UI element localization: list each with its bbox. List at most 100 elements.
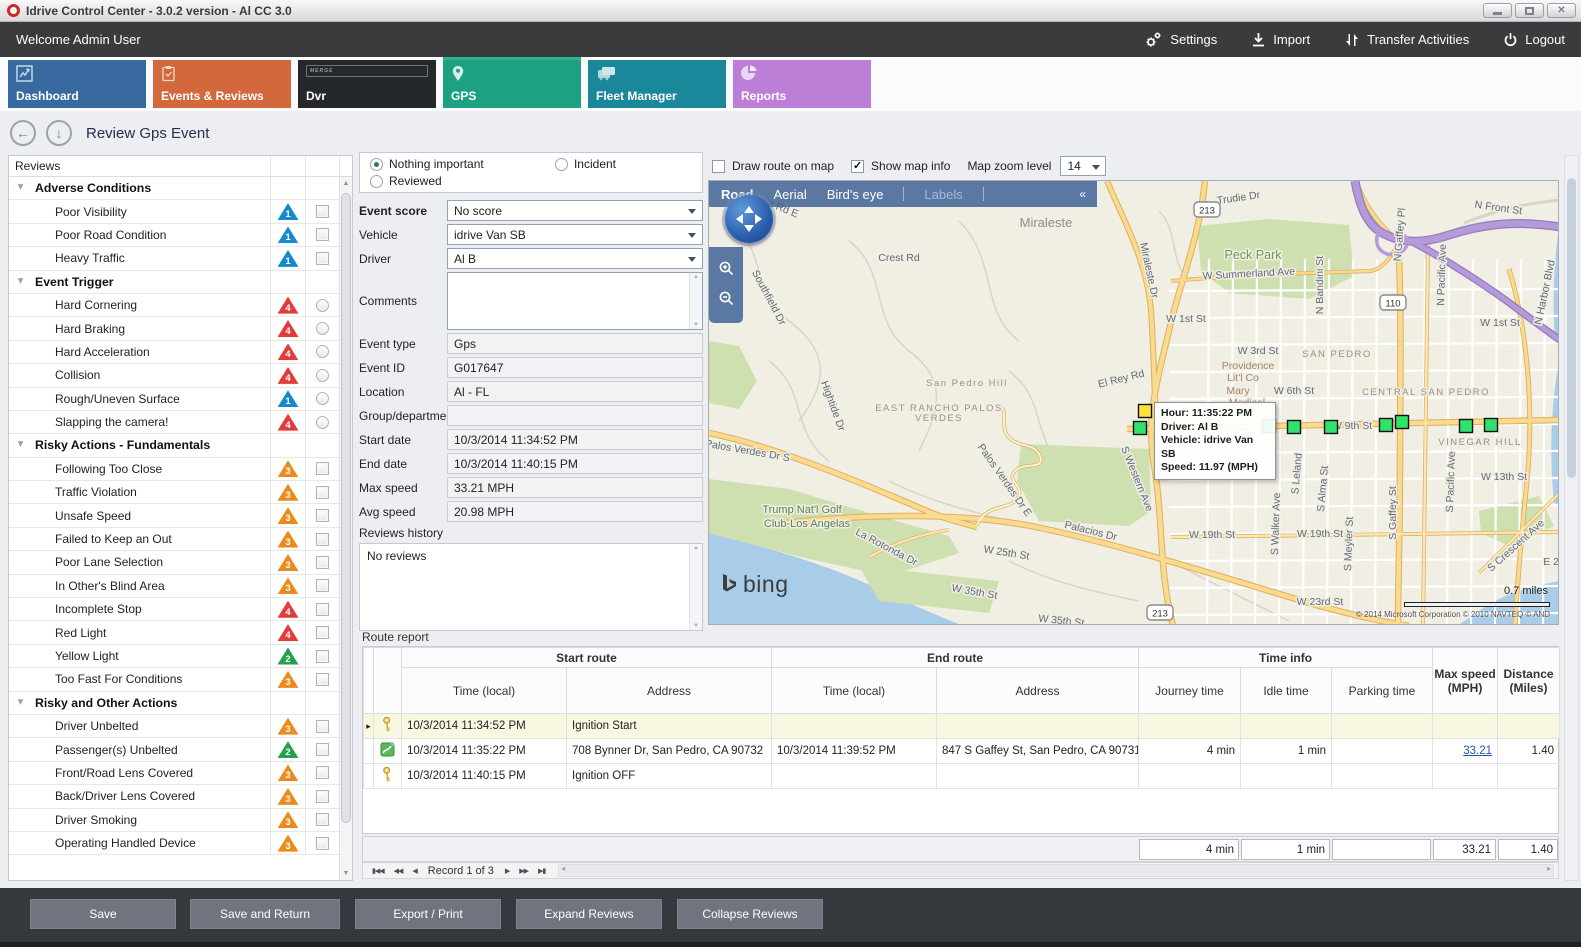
driver-select[interactable]: Al B xyxy=(447,248,703,269)
review-checkbox[interactable] xyxy=(316,626,329,639)
radio-icon[interactable] xyxy=(370,158,383,171)
scroll-down-icon[interactable]: ▼ xyxy=(340,867,352,880)
import-button[interactable]: Import xyxy=(1251,32,1310,48)
tab-events-reviews[interactable]: Events & Reviews xyxy=(153,60,291,108)
zoom-in-icon[interactable] xyxy=(718,260,735,280)
tab-gps[interactable]: GPS xyxy=(443,60,581,108)
route-report-row[interactable]: 10/3/2014 11:35:22 PM708 Bynner Dr, San … xyxy=(364,739,1560,764)
scrollbar-thumb[interactable] xyxy=(341,193,351,823)
col-end-address[interactable]: Address xyxy=(937,668,1139,714)
map-zoom-select[interactable]: 14 xyxy=(1060,156,1106,176)
col-start-time[interactable]: Time (local) xyxy=(402,668,567,714)
review-checkbox[interactable] xyxy=(316,252,329,265)
event-score-select[interactable]: No score xyxy=(447,200,703,221)
radio-icon[interactable] xyxy=(555,158,568,171)
logout-button[interactable]: Logout xyxy=(1503,32,1565,48)
textarea-scrollbar[interactable] xyxy=(689,273,702,329)
review-checkbox[interactable] xyxy=(316,720,329,733)
export-print-button[interactable]: Export / Print xyxy=(355,899,501,929)
route-point-marker[interactable] xyxy=(1325,421,1338,434)
reviews-scrollbar[interactable]: ▲ ▼ xyxy=(339,177,352,880)
map-view-labels[interactable]: Labels xyxy=(924,187,962,202)
route-point-marker[interactable] xyxy=(1396,416,1409,429)
comments-textarea[interactable] xyxy=(447,272,703,330)
review-radio[interactable] xyxy=(316,322,329,335)
scroll-up-icon[interactable]: ▲ xyxy=(340,177,352,190)
route-point-marker[interactable] xyxy=(1380,419,1393,432)
route-point-marker[interactable] xyxy=(1134,422,1147,435)
tab-fleet-manager[interactable]: Fleet Manager xyxy=(588,60,726,108)
save-and-return-button[interactable]: Save and Return xyxy=(190,899,340,929)
last-record-button[interactable]: ▶▮ xyxy=(538,867,545,875)
show-map-info-checkbox[interactable]: ✓ xyxy=(851,160,864,173)
status-incident[interactable]: Incident xyxy=(555,157,692,171)
review-checkbox[interactable] xyxy=(316,766,329,779)
back-button[interactable]: ← xyxy=(10,120,36,146)
route-point-marker[interactable] xyxy=(1139,405,1152,418)
review-radio[interactable] xyxy=(316,416,329,429)
collapse-arrow-icon[interactable]: ▾ xyxy=(18,696,23,707)
review-checkbox[interactable] xyxy=(316,650,329,663)
review-checkbox[interactable] xyxy=(316,228,329,241)
close-button[interactable]: ✕ xyxy=(1547,3,1576,18)
prev-page-button[interactable]: ◀◀ xyxy=(394,867,403,875)
review-group-row[interactable]: ▾Adverse Conditions xyxy=(9,177,352,200)
status-reviewed[interactable]: Reviewed xyxy=(370,174,555,188)
review-checkbox[interactable] xyxy=(316,486,329,499)
route-point-marker[interactable] xyxy=(1288,421,1301,434)
prev-record-button[interactable]: ◀ xyxy=(412,867,416,875)
transfer-activities-button[interactable]: Transfer Activities xyxy=(1344,32,1469,48)
tab-dashboard[interactable]: Dashboard xyxy=(8,60,146,108)
review-checkbox[interactable] xyxy=(316,837,329,850)
col-max-speed[interactable]: Max speed (MPH) xyxy=(1433,648,1498,714)
next-page-button[interactable]: ▶▶ xyxy=(519,867,528,875)
review-checkbox[interactable] xyxy=(316,556,329,569)
map-bar-collapse-icon[interactable]: « xyxy=(1079,187,1085,201)
draw-route-checkbox[interactable] xyxy=(712,160,725,173)
review-checkbox[interactable] xyxy=(316,603,329,616)
review-checkbox[interactable] xyxy=(316,509,329,522)
down-button[interactable]: ↓ xyxy=(46,120,72,146)
save-button[interactable]: Save xyxy=(30,899,176,929)
review-radio[interactable] xyxy=(316,299,329,312)
review-checkbox[interactable] xyxy=(316,790,329,803)
col-journey-time[interactable]: Journey time xyxy=(1139,668,1241,714)
col-parking-time[interactable]: Parking time xyxy=(1332,668,1433,714)
col-idle-time[interactable]: Idle time xyxy=(1241,668,1332,714)
max-speed-link[interactable]: 33.21 xyxy=(1463,745,1492,757)
route-report-row[interactable]: ▸10/3/2014 11:34:52 PMIgnition Start xyxy=(364,714,1560,739)
map-pan-compass[interactable] xyxy=(725,195,773,243)
history-scrollbar[interactable] xyxy=(689,544,702,630)
tab-reports[interactable]: Reports xyxy=(733,60,871,108)
status-nothing-important[interactable]: Nothing important xyxy=(370,157,555,171)
review-radio[interactable] xyxy=(316,369,329,382)
review-group-row[interactable]: ▾Risky Actions - Fundamentals xyxy=(9,434,352,457)
radio-icon[interactable] xyxy=(370,175,383,188)
vehicle-select[interactable]: idrive Van SB xyxy=(447,224,703,245)
review-group-row[interactable]: ▾Event Trigger xyxy=(9,271,352,294)
map-view-birdseye[interactable]: Bird's eye xyxy=(827,187,884,202)
maximize-button[interactable] xyxy=(1515,3,1544,18)
review-radio[interactable] xyxy=(316,392,329,405)
review-checkbox[interactable] xyxy=(316,813,329,826)
route-report-row[interactable]: 10/3/2014 11:40:15 PMIgnition OFF xyxy=(364,764,1560,789)
map-view-aerial[interactable]: Aerial xyxy=(774,187,807,202)
col-end-time[interactable]: Time (local) xyxy=(772,668,937,714)
review-checkbox[interactable] xyxy=(316,462,329,475)
review-checkbox[interactable] xyxy=(316,205,329,218)
first-record-button[interactable]: ▮◀◀ xyxy=(372,867,384,875)
bing-map[interactable]: Trudie DrCrest Rd ESouthfield DrCrest Rd… xyxy=(708,180,1559,625)
review-checkbox[interactable] xyxy=(316,533,329,546)
horizontal-scrollbar[interactable] xyxy=(558,864,1554,877)
expand-reviews-button[interactable]: Expand Reviews xyxy=(516,899,662,929)
review-radio[interactable] xyxy=(316,345,329,358)
scrollbar-thumb[interactable] xyxy=(1567,178,1576,478)
zoom-out-icon[interactable] xyxy=(718,290,735,310)
minimize-button[interactable] xyxy=(1483,3,1512,18)
review-checkbox[interactable] xyxy=(316,673,329,686)
review-checkbox[interactable] xyxy=(316,743,329,756)
next-record-button[interactable]: ▶ xyxy=(505,867,509,875)
col-start-address[interactable]: Address xyxy=(567,668,772,714)
collapse-arrow-icon[interactable]: ▾ xyxy=(18,439,23,450)
route-point-marker[interactable] xyxy=(1460,420,1473,433)
